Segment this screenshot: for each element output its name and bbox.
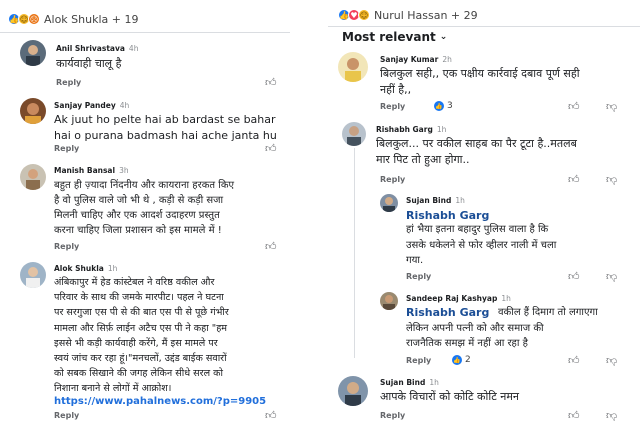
comment-text: आपके विचारों को कोटि कोटि नमन [380,390,520,403]
comment-text: Ak juut ho pelte hai ab bardast se bahar… [54,113,277,142]
reply-button[interactable]: Reply [56,78,81,87]
like-icon: 👍 [452,355,462,365]
comment-time: 1h [429,378,439,387]
reply-comment: Sandeep Raj Kashyap 1h Rishabh Garg वकील … [380,292,638,372]
comment-author[interactable]: Sujan Bind 1h [406,196,465,205]
comment-author[interactable]: Alok Shukla 1h [54,264,117,273]
sort-label: Most relevant [342,30,436,44]
reply-button[interactable]: Reply [406,356,431,365]
like-count-badge[interactable]: 👍 2 [452,355,471,365]
left-comments-panel: 👍 ☺ ☹ Alok Shukla + 19 Anil Shrivastava 4… [0,0,290,426]
comment-text: हां भैया इतना बहादुर पुलिस वाला है कि उस… [406,224,557,266]
comment: Sanjay Pandey 4h Ak juut ho pelte hai ab … [20,98,285,160]
avatar[interactable] [20,262,46,288]
divider [0,32,290,33]
comment-author[interactable]: Rishabh Garg 1h [376,125,446,134]
comment-text: कार्यवाही चालू है [56,57,122,70]
haha-reaction-icon: ☺ [358,9,370,21]
comment-author[interactable]: Sanjay Kumar 2h [380,55,452,64]
comment-time: 3h [119,166,129,175]
comment: Rishabh Garg 1h बिलकुल... पर वकील साहब का… [342,122,638,188]
thumbs-down-icon[interactable]: 👎︎ [606,355,617,366]
comment-time: 4h [128,44,139,53]
comment-author[interactable]: Sujan Bind 1h [380,378,439,387]
reaction-summary[interactable]: 👍 ♥ ☺ Nurul Hassan + 29 [338,6,478,24]
comment-author[interactable]: Sanjay Pandey 4h [54,101,129,110]
like-count-badge[interactable]: 👍 3 [434,101,453,111]
chevron-down-icon: ⌄ [439,32,448,42]
sort-dropdown[interactable]: Most relevant ⌄ [342,30,447,44]
avatar[interactable] [20,98,46,124]
reply-button[interactable]: Reply [380,102,405,111]
reaction-summary-text: Nurul Hassan + 29 [374,8,478,22]
comment: Sujan Bind 1h आपके विचारों को कोटि कोटि न… [338,376,638,424]
comment-author[interactable]: Sandeep Raj Kashyap 1h [406,294,511,303]
comment-time: 1h [501,294,511,303]
avatar[interactable] [380,292,398,310]
comment-author[interactable]: Anil Shrivastava 4h [56,44,138,53]
avatar[interactable] [20,164,46,190]
comment-author[interactable]: Manish Bansal 3h [54,166,129,175]
reply-button[interactable]: Reply [380,175,405,184]
thumbs-up-icon[interactable]: 👍︎ [265,241,277,252]
right-comments-panel: 👍 ♥ ☺ Nurul Hassan + 29 Most relevant ⌄ … [328,0,640,426]
reply-button[interactable]: Reply [54,242,79,251]
thumbs-up-icon[interactable]: 👍︎ [265,143,277,154]
like-icon: 👍 [434,101,444,111]
reply-button[interactable]: Reply [54,144,79,153]
comment: Anil Shrivastava 4h कार्यवाही चालू है Rep… [20,40,285,95]
thumbs-up-icon[interactable]: 👍︎ [568,101,580,112]
reply-button[interactable]: Reply [54,411,79,420]
reaction-summary[interactable]: 👍 ☺ ☹ Alok Shukla + 19 [8,10,138,28]
thumbs-up-icon[interactable]: 👍︎ [568,271,580,282]
thumbs-up-icon[interactable]: 👍︎ [568,174,580,185]
article-link[interactable]: https://www.pahalnews.com/?p=9905 [54,394,266,410]
thread-line [354,148,355,358]
thumbs-down-icon[interactable]: 👎︎ [606,410,617,421]
comment: Manish Bansal 3h बहुत ही ज़्यादा निंदनीय … [20,164,290,254]
thumbs-up-icon[interactable]: 👍︎ [568,410,580,421]
comment: Sanjay Kumar 2h बिलकुल सही,, एक पक्षीय का… [338,52,638,116]
comment-text: वकील हैं दिमाग तो लगाएगा लेकिन अपनी पत्न… [406,307,598,349]
avatar[interactable] [380,194,398,212]
avatar[interactable] [342,122,366,146]
avatar[interactable] [338,52,368,82]
comment-time: 1h [436,125,447,134]
reply-button[interactable]: Reply [380,411,405,420]
avatar[interactable] [20,40,46,66]
comment-text: बिलकुल... पर वकील साहब का पैर टूटा है..म… [376,137,577,166]
reaction-summary-text: Alok Shukla + 19 [44,12,139,26]
avatar[interactable] [338,376,368,406]
angry-reaction-icon: ☹ [28,13,40,25]
thumbs-down-icon[interactable]: 👎︎ [606,174,617,185]
thumbs-down-icon[interactable]: 👎︎ [606,271,617,282]
thumbs-up-icon[interactable]: 👍︎ [265,410,277,421]
comment-text: बिलकुल सही,, एक पक्षीय कार्रवाई दबाव पूर… [380,67,580,96]
reply-button[interactable]: Reply [406,272,431,281]
comment-time: 2h [442,55,452,64]
comment-time: 1h [107,264,118,273]
comment-text: अंबिकापुर में हेड कांस्टेबल ने वरिष्ठ वक… [54,277,229,395]
thumbs-up-icon[interactable]: 👍︎ [265,77,277,88]
comment-text: बहुत ही ज़्यादा निंदनीय और कायराना हरकत … [54,180,235,236]
comment-time: 1h [455,196,465,205]
comment: Alok Shukla 1h अंबिकापुर में हेड कांस्टेब… [20,262,290,426]
comment-time: 4h [119,101,130,110]
thumbs-up-icon[interactable]: 👍︎ [568,355,580,366]
divider [328,26,640,27]
reply-comment: Sujan Bind 1h Rishabh Garg हां भैया इतना … [380,194,638,286]
thumbs-down-icon[interactable]: 👎︎ [606,101,617,112]
